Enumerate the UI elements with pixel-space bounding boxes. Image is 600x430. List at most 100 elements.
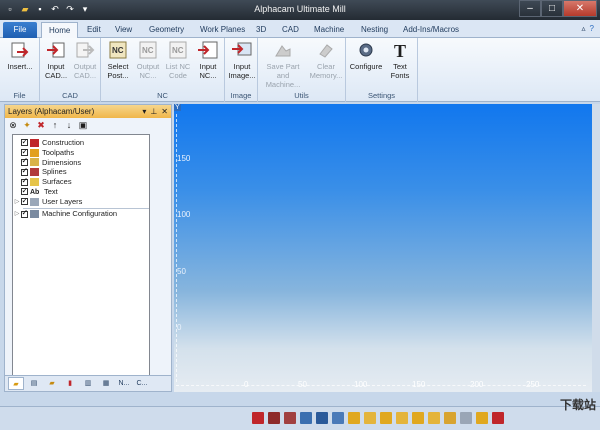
checkbox[interactable] — [21, 166, 28, 176]
tab-file[interactable]: File — [3, 22, 37, 38]
minimize-button[interactable]: – — [519, 0, 541, 17]
output-nc-icon: NC — [139, 41, 157, 59]
delete-layer-icon[interactable]: ✖ — [36, 120, 46, 131]
select-post-button[interactable]: NC Select Post... — [102, 40, 134, 88]
tab-3d[interactable]: 3D — [249, 22, 273, 38]
save-part-and-machine-button[interactable]: Save Part and Machine... — [260, 40, 306, 89]
y-axis-label: 50 — [177, 267, 186, 276]
checkbox[interactable] — [21, 208, 28, 218]
y-axis-tag: Y — [174, 104, 181, 111]
panel-menu-icon[interactable]: ▾ — [142, 105, 146, 118]
view-iso-icon[interactable] — [268, 412, 280, 424]
cube-left-icon[interactable] — [380, 412, 392, 424]
expand-icon[interactable]: ▷ — [13, 209, 21, 219]
tab-geometry[interactable]: Geometry — [142, 22, 191, 38]
y-axis-label: 150 — [177, 154, 191, 163]
text-fonts-label: Text Fonts — [390, 62, 410, 80]
tab-machine[interactable]: Machine — [307, 22, 351, 38]
tree-item-surfaces[interactable]: Surfaces — [13, 176, 149, 187]
output-cad-label: Output CAD... — [73, 62, 97, 80]
checkbox[interactable] — [21, 147, 28, 157]
layers-tree: Construction Toolpaths Dimensions Spline… — [12, 134, 150, 377]
insert-button[interactable]: Insert... — [4, 40, 36, 88]
layers-tab[interactable]: ▰ — [8, 377, 24, 390]
nesting-tab[interactable]: ▦ — [98, 377, 114, 390]
layer-properties-icon[interactable]: ▣ — [78, 120, 88, 131]
move-up-icon[interactable]: ↑ — [50, 120, 60, 130]
view-icons — [252, 412, 504, 424]
new-layer-icon[interactable]: ✦ — [22, 120, 32, 131]
maximize-button[interactable]: □ — [541, 0, 563, 17]
redraw-icon[interactable] — [492, 412, 504, 424]
cube-front-icon[interactable] — [348, 412, 360, 424]
cube-back-icon[interactable] — [364, 412, 376, 424]
axis-icon[interactable] — [300, 412, 312, 424]
n-tab[interactable]: N... — [116, 377, 132, 390]
view-3d-icon[interactable] — [252, 412, 264, 424]
input-cad-button[interactable]: Input CAD... — [40, 40, 72, 88]
configure-button[interactable]: Configure — [348, 40, 384, 88]
cube-iso-icon[interactable] — [444, 412, 456, 424]
ribbon-tabs: File Home Edit View Geometry Work Planes… — [0, 20, 600, 38]
tree-item-machine-configuration[interactable]: ▷ Machine Configuration — [13, 208, 149, 220]
panel-close-icon[interactable]: ✕ — [161, 105, 168, 118]
machine-configuration-icon — [30, 210, 39, 219]
checkbox[interactable] — [21, 176, 28, 186]
input-image-button[interactable]: Input Image... — [226, 40, 258, 88]
input-nc-label: Input NC... — [199, 62, 217, 80]
cube-bottom-icon[interactable] — [428, 412, 440, 424]
zoom-window-icon[interactable] — [476, 412, 488, 424]
input-image-label: Input Image... — [228, 62, 256, 80]
text-fonts-button[interactable]: T Text Fonts — [386, 40, 414, 88]
tree-item-toolpaths[interactable]: Toolpaths — [13, 147, 149, 158]
geometry-tab[interactable]: ▤ — [26, 377, 42, 390]
pin-icon[interactable]: ⊥ — [150, 105, 157, 118]
drawing-area[interactable]: Y 150 100 50 0 0 50 100 150 200 250 — [174, 104, 592, 392]
expand-icon[interactable]: ▷ — [13, 197, 21, 207]
axis-xy-icon[interactable] — [316, 412, 328, 424]
list-nc-code-button[interactable]: NC List NC Code — [162, 40, 194, 88]
tab-cad[interactable]: CAD — [275, 22, 306, 38]
zoom-extents-icon[interactable] — [460, 412, 472, 424]
move-down-icon[interactable]: ↓ — [64, 120, 74, 130]
x-axis-label: 100 — [354, 380, 368, 389]
tools-tab[interactable]: ▥ — [80, 377, 96, 390]
tab-add-ins-macros[interactable]: Add-Ins/Macros — [396, 22, 466, 38]
c-tab[interactable]: C... — [134, 377, 150, 390]
group-image: Input Image... Image — [225, 38, 258, 102]
cube-right-icon[interactable] — [396, 412, 408, 424]
output-nc-label: Output NC... — [136, 62, 160, 80]
tab-view[interactable]: View — [108, 22, 139, 38]
layers-panel-title: Layers (Alphacam/User) — [8, 107, 95, 116]
checkbox[interactable] — [21, 196, 28, 206]
help-icon[interactable]: ? — [590, 24, 594, 33]
tree-item-construction[interactable]: Construction — [13, 137, 149, 148]
output-nc-button[interactable]: NC Output NC... — [132, 40, 164, 88]
clear-memory-button[interactable]: Clear Memory... — [308, 40, 344, 88]
folder-tab[interactable]: ▰ — [44, 377, 60, 390]
tree-item-text[interactable]: Ab Text — [13, 186, 149, 197]
tab-work-planes[interactable]: Work Planes — [193, 22, 252, 38]
tab-home[interactable]: Home — [41, 22, 79, 38]
checkbox[interactable] — [21, 186, 28, 196]
binoculars-icon[interactable]: ⊗ — [8, 120, 18, 131]
tree-item-dimensions[interactable]: Dimensions — [13, 156, 149, 168]
input-nc-button[interactable]: Input NC... — [192, 40, 224, 88]
cube-top-icon[interactable] — [412, 412, 424, 424]
output-cad-button[interactable]: Output CAD... — [69, 40, 101, 88]
svg-text:NC: NC — [172, 46, 184, 55]
view-top-icon[interactable] — [284, 412, 296, 424]
tab-nesting[interactable]: Nesting — [354, 22, 395, 38]
surfaces-icon — [30, 178, 39, 187]
tab-edit[interactable]: Edit — [80, 22, 108, 38]
minimize-ribbon-icon[interactable]: ▵ — [582, 24, 586, 33]
axis-xz-icon[interactable] — [332, 412, 344, 424]
close-button[interactable]: ✕ — [563, 0, 597, 17]
tree-item-splines[interactable]: Splines — [13, 166, 149, 177]
right-scroll-strip[interactable] — [592, 104, 600, 392]
tree-item-user-layers[interactable]: ▷ User Layers — [13, 196, 149, 207]
input-nc-icon — [198, 41, 218, 59]
checkbox[interactable] — [21, 137, 28, 147]
operations-tab[interactable]: ▮ — [62, 377, 78, 390]
checkbox[interactable] — [21, 156, 28, 166]
